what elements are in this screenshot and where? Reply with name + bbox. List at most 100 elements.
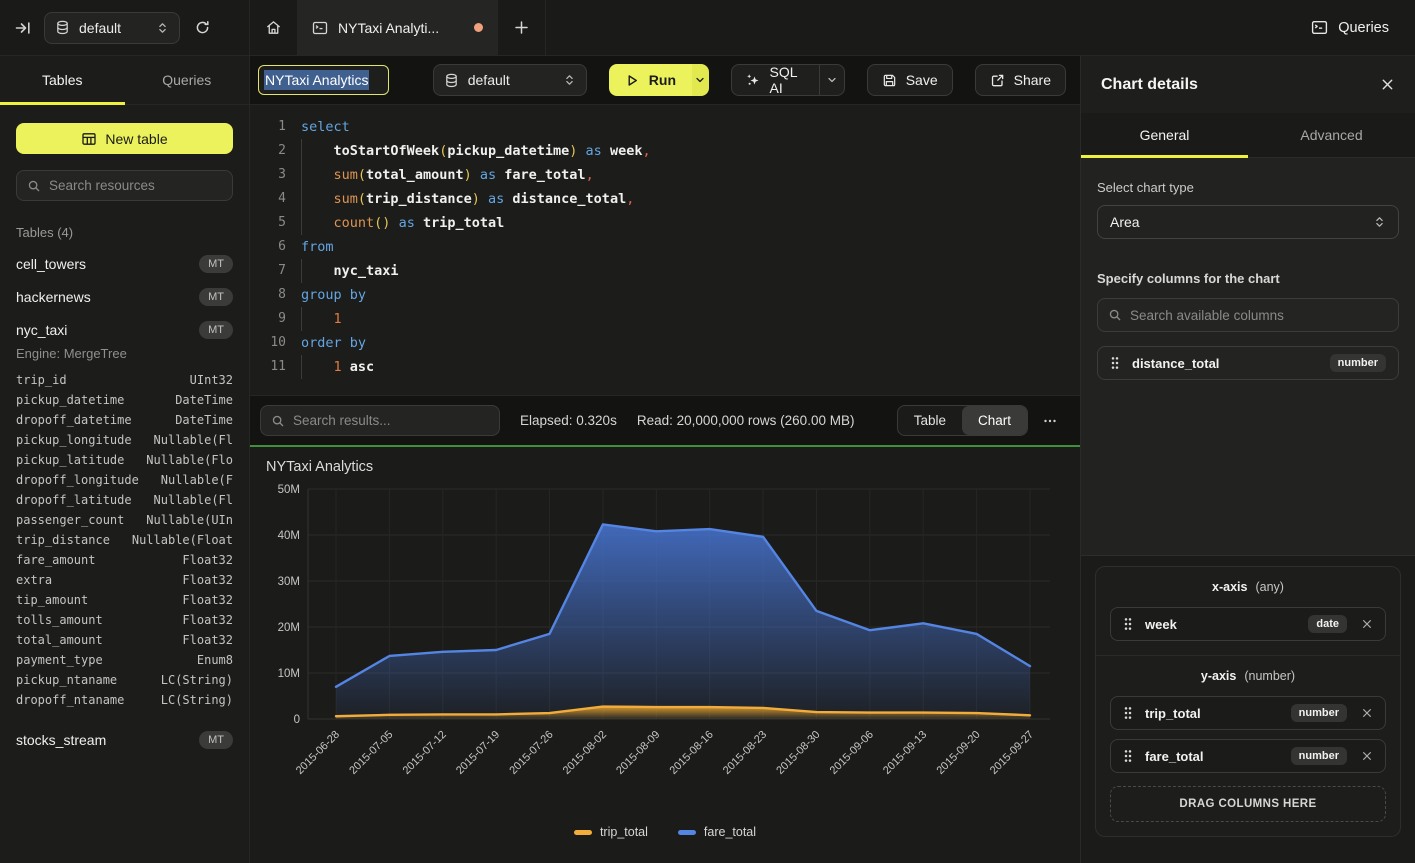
code-line: 11 1 asc xyxy=(250,355,1080,379)
view-toggle: Table Chart xyxy=(897,405,1028,436)
queries-icon xyxy=(1311,19,1328,36)
drag-handle-icon[interactable] xyxy=(1123,617,1133,631)
query-title-input[interactable]: NYTaxi Analytics xyxy=(258,65,389,95)
results-bar: Elapsed: 0.320s Read: 20,000,000 rows (2… xyxy=(250,395,1080,445)
collapse-sidebar-icon[interactable] xyxy=(14,19,32,37)
columns-search[interactable] xyxy=(1097,298,1399,332)
share-icon xyxy=(990,73,1005,88)
queries-button[interactable]: Queries xyxy=(1311,0,1415,55)
x-tick-label: 2015-08-30 xyxy=(774,729,822,777)
column-row: pickup_datetimeDateTime xyxy=(16,390,233,410)
table-row-nyc-taxi[interactable]: nyc_taxi MT xyxy=(16,313,233,346)
sidebar-search-input[interactable] xyxy=(49,178,222,193)
refresh-icon[interactable] xyxy=(194,19,211,36)
table-row-cell-towers[interactable]: cell_towers MT xyxy=(16,247,233,280)
table-row-hackernews[interactable]: hackernews MT xyxy=(16,280,233,313)
sidebar-search[interactable] xyxy=(16,170,233,201)
top-bar-left: default xyxy=(0,0,250,55)
sql-ai-button[interactable]: SQL AI xyxy=(732,65,819,95)
home-button[interactable] xyxy=(250,0,298,55)
code-line: 6from xyxy=(250,235,1080,259)
run-options-caret[interactable] xyxy=(692,64,709,96)
column-row: passenger_countNullable(UIn xyxy=(16,510,233,530)
y-axis-header: y-axis (number) xyxy=(1110,656,1386,687)
x-tick-label: 2015-08-23 xyxy=(721,729,769,777)
drop-columns-zone[interactable]: DRAG COLUMNS HERE xyxy=(1110,786,1386,822)
share-button[interactable]: Share xyxy=(975,64,1066,96)
drag-handle-icon[interactable] xyxy=(1123,706,1133,720)
chart-type-select[interactable]: Area xyxy=(1097,205,1399,239)
code-line: 1select xyxy=(250,115,1080,139)
x-axis-item-week[interactable]: week date xyxy=(1110,607,1386,641)
code-line: 9 1 xyxy=(250,307,1080,331)
x-tick-label: 2015-09-20 xyxy=(934,729,982,777)
chart-details-title: Chart details xyxy=(1101,76,1198,94)
play-icon xyxy=(625,73,640,88)
y-axis-item-fare-total[interactable]: fare_total number xyxy=(1110,739,1386,773)
available-column-distance-total[interactable]: distance_total number xyxy=(1097,346,1399,380)
remove-icon[interactable] xyxy=(1361,618,1373,630)
sql-ai-caret[interactable] xyxy=(819,65,844,95)
column-type-badge: number xyxy=(1291,704,1347,722)
new-table-label: New table xyxy=(105,131,167,147)
remove-icon[interactable] xyxy=(1361,707,1373,719)
column-row: extraFloat32 xyxy=(16,570,233,590)
y-axis-title: y-axis xyxy=(1201,669,1236,683)
code-line: 10order by xyxy=(250,331,1080,355)
sql-ai-button-group: SQL AI xyxy=(731,64,845,96)
tab-nytaxi-analytics[interactable]: NYTaxi Analyti... xyxy=(298,0,498,55)
tab-strip: NYTaxi Analyti... xyxy=(250,0,546,55)
view-toggle-chart[interactable]: Chart xyxy=(962,406,1027,435)
columns-search-input[interactable] xyxy=(1130,308,1388,323)
x-tick-label: 2015-09-13 xyxy=(881,729,929,777)
sidebar-tab-tables[interactable]: Tables xyxy=(0,56,125,104)
run-button[interactable]: Run xyxy=(609,64,692,96)
y-tick-label: 20M xyxy=(278,622,300,634)
x-axis-title: x-axis xyxy=(1212,580,1247,594)
main-area: NYTaxi Analytics default xyxy=(250,56,1080,863)
sidebar-tab-queries[interactable]: Queries xyxy=(125,56,250,104)
database-icon xyxy=(55,20,70,35)
new-table-button[interactable]: New table xyxy=(16,123,233,154)
column-name: fare_total xyxy=(1145,749,1279,764)
tab-advanced[interactable]: Advanced xyxy=(1248,113,1415,157)
axis-config-box: x-axis (any) week date xyxy=(1095,566,1401,837)
database-selector[interactable]: default xyxy=(44,12,180,44)
legend-item-trip_total[interactable]: trip_total xyxy=(574,825,648,839)
column-row: trip_distanceNullable(Float xyxy=(16,530,233,550)
chart-type-value: Area xyxy=(1110,214,1140,230)
x-tick-label: 2015-09-06 xyxy=(828,729,876,777)
column-row: payment_typeEnum8 xyxy=(16,650,233,670)
column-row: dropoff_longitudeNullable(F xyxy=(16,470,233,490)
nyc-taxi-columns: trip_idUInt32pickup_datetimeDateTimedrop… xyxy=(16,370,233,710)
y-axis-item-trip-total[interactable]: trip_total number xyxy=(1110,696,1386,730)
column-type-badge: number xyxy=(1291,747,1347,765)
save-button[interactable]: Save xyxy=(867,64,953,96)
engine-badge: MT xyxy=(199,731,233,749)
run-button-group: Run xyxy=(609,64,709,96)
more-options-icon[interactable] xyxy=(1042,413,1058,429)
run-database-value: default xyxy=(468,72,510,88)
close-icon[interactable] xyxy=(1380,77,1395,92)
results-search-input[interactable] xyxy=(293,413,489,428)
column-row: pickup_latitudeNullable(Flo xyxy=(16,450,233,470)
x-tick-label: 2015-07-12 xyxy=(401,729,449,777)
app: default NYTaxi Analyti... xyxy=(0,0,1415,863)
tables-section-label: Tables (4) xyxy=(16,225,233,240)
y-tick-label: 30M xyxy=(278,576,300,588)
code-line: 4 sum(trip_distance) as distance_total, xyxy=(250,187,1080,211)
drag-handle-icon[interactable] xyxy=(1123,749,1133,763)
x-axis-section: x-axis (any) week date xyxy=(1096,567,1400,655)
new-tab-button[interactable] xyxy=(498,0,546,55)
run-database-selector[interactable]: default xyxy=(433,64,587,96)
x-tick-label: 2015-08-02 xyxy=(561,729,609,777)
sql-editor[interactable]: 1select2 toStartOfWeek(pickup_datetime) … xyxy=(250,105,1080,395)
view-toggle-table[interactable]: Table xyxy=(898,406,962,435)
drag-handle-icon[interactable] xyxy=(1110,356,1120,370)
tab-general[interactable]: General xyxy=(1081,113,1248,157)
table-row-stocks-stream[interactable]: stocks_stream MT xyxy=(16,723,233,756)
results-search[interactable] xyxy=(260,405,500,436)
column-row: tip_amountFloat32 xyxy=(16,590,233,610)
remove-icon[interactable] xyxy=(1361,750,1373,762)
legend-item-fare_total[interactable]: fare_total xyxy=(678,825,756,839)
